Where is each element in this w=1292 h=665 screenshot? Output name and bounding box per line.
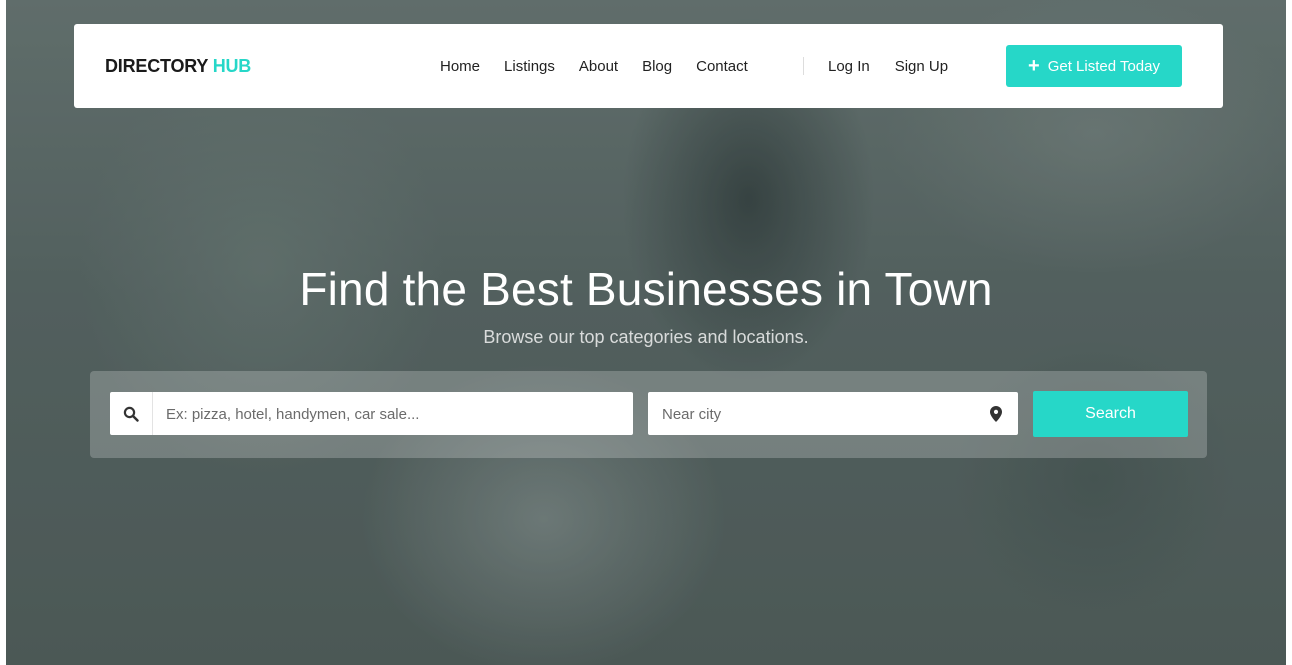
search-panel: Search bbox=[90, 371, 1207, 458]
hero-subtitle: Browse our top categories and locations. bbox=[483, 327, 809, 347]
map-pin-icon[interactable] bbox=[990, 406, 1002, 427]
auth-links: Log In Sign Up bbox=[828, 58, 973, 75]
main-nav: Home Listings About Blog Contact bbox=[440, 58, 772, 75]
plus-icon: + bbox=[1028, 55, 1040, 77]
signup-link[interactable]: Sign Up bbox=[895, 58, 948, 75]
get-listed-button[interactable]: + Get Listed Today bbox=[1006, 45, 1182, 87]
nav-link-contact[interactable]: Contact bbox=[696, 58, 748, 75]
search-button[interactable]: Search bbox=[1033, 391, 1188, 437]
keyword-field bbox=[110, 392, 633, 437]
navbar: DIRECTORY HUB Home Listings About Blog C… bbox=[74, 24, 1223, 108]
logo-text-directory: DIRECTORY bbox=[105, 56, 208, 76]
city-field bbox=[648, 392, 1018, 437]
logo-text-hub: HUB bbox=[212, 56, 252, 76]
nav-link-listings[interactable]: Listings bbox=[504, 58, 555, 75]
search-icon bbox=[110, 392, 153, 435]
nav-link-home[interactable]: Home bbox=[440, 58, 480, 75]
nav-link-blog[interactable]: Blog bbox=[642, 58, 672, 75]
hero-title: Find the Best Businesses in Town bbox=[299, 263, 993, 315]
nav-divider bbox=[803, 57, 804, 75]
nav-link-about[interactable]: About bbox=[579, 58, 618, 75]
get-listed-label: Get Listed Today bbox=[1047, 57, 1160, 75]
logo[interactable]: DIRECTORY HUB bbox=[105, 56, 251, 77]
keyword-search-input[interactable] bbox=[164, 392, 628, 437]
login-link[interactable]: Log In bbox=[828, 58, 870, 75]
city-search-input[interactable] bbox=[660, 392, 984, 437]
